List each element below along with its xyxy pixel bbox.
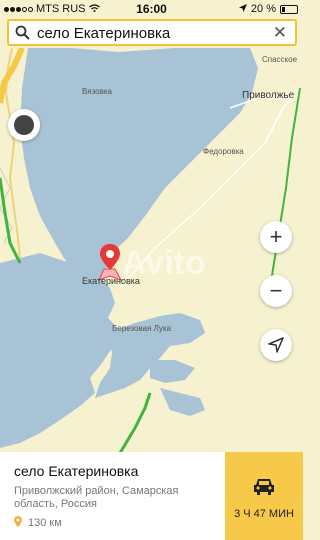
my-location-button[interactable] (260, 329, 292, 361)
map-view[interactable]: Спасское Вязовка Приволжье Федоровка Ека… (0, 48, 303, 453)
navigation-arrow-icon (268, 337, 284, 353)
map-label-spasskoe: Спасское (262, 55, 298, 64)
place-title: село Екатериновка (14, 463, 139, 479)
place-card[interactable]: село Екатериновка Приволжский район, Сам… (0, 452, 303, 540)
search-bar[interactable]: село Екатериновка ✕ (7, 19, 297, 46)
map-label-berezovaya-luka: Березовая Лука (112, 324, 172, 333)
map-label-vyazovka: Вязовка (82, 87, 112, 96)
clear-search-button[interactable]: ✕ (273, 24, 287, 42)
zoom-in-button[interactable]: + (260, 221, 292, 253)
place-distance: 130 км (14, 516, 62, 530)
battery-label: 20 % (250, 3, 276, 15)
watermark: Avito (122, 244, 206, 282)
car-icon (252, 476, 276, 501)
map-label-fedorovka: Федоровка (203, 147, 244, 156)
distance-value: 130 км (28, 517, 62, 529)
search-input[interactable]: село Екатериновка (37, 25, 170, 42)
location-arrow-icon (238, 3, 247, 15)
route-time: 3 Ч 47 МИН (234, 508, 294, 520)
route-button[interactable]: 3 Ч 47 МИН (225, 452, 303, 540)
search-icon (15, 25, 30, 45)
place-address: Приволжский район, Самарская область, Ро… (14, 485, 179, 510)
status-bar: MTS RUS 16:00 20 % (0, 0, 303, 18)
battery-icon (280, 4, 298, 14)
distance-pin-icon (14, 516, 22, 530)
map-label-privolzhye: Приволжье (242, 90, 295, 101)
location-button[interactable] (8, 109, 40, 141)
zoom-out-button[interactable]: − (260, 275, 292, 307)
